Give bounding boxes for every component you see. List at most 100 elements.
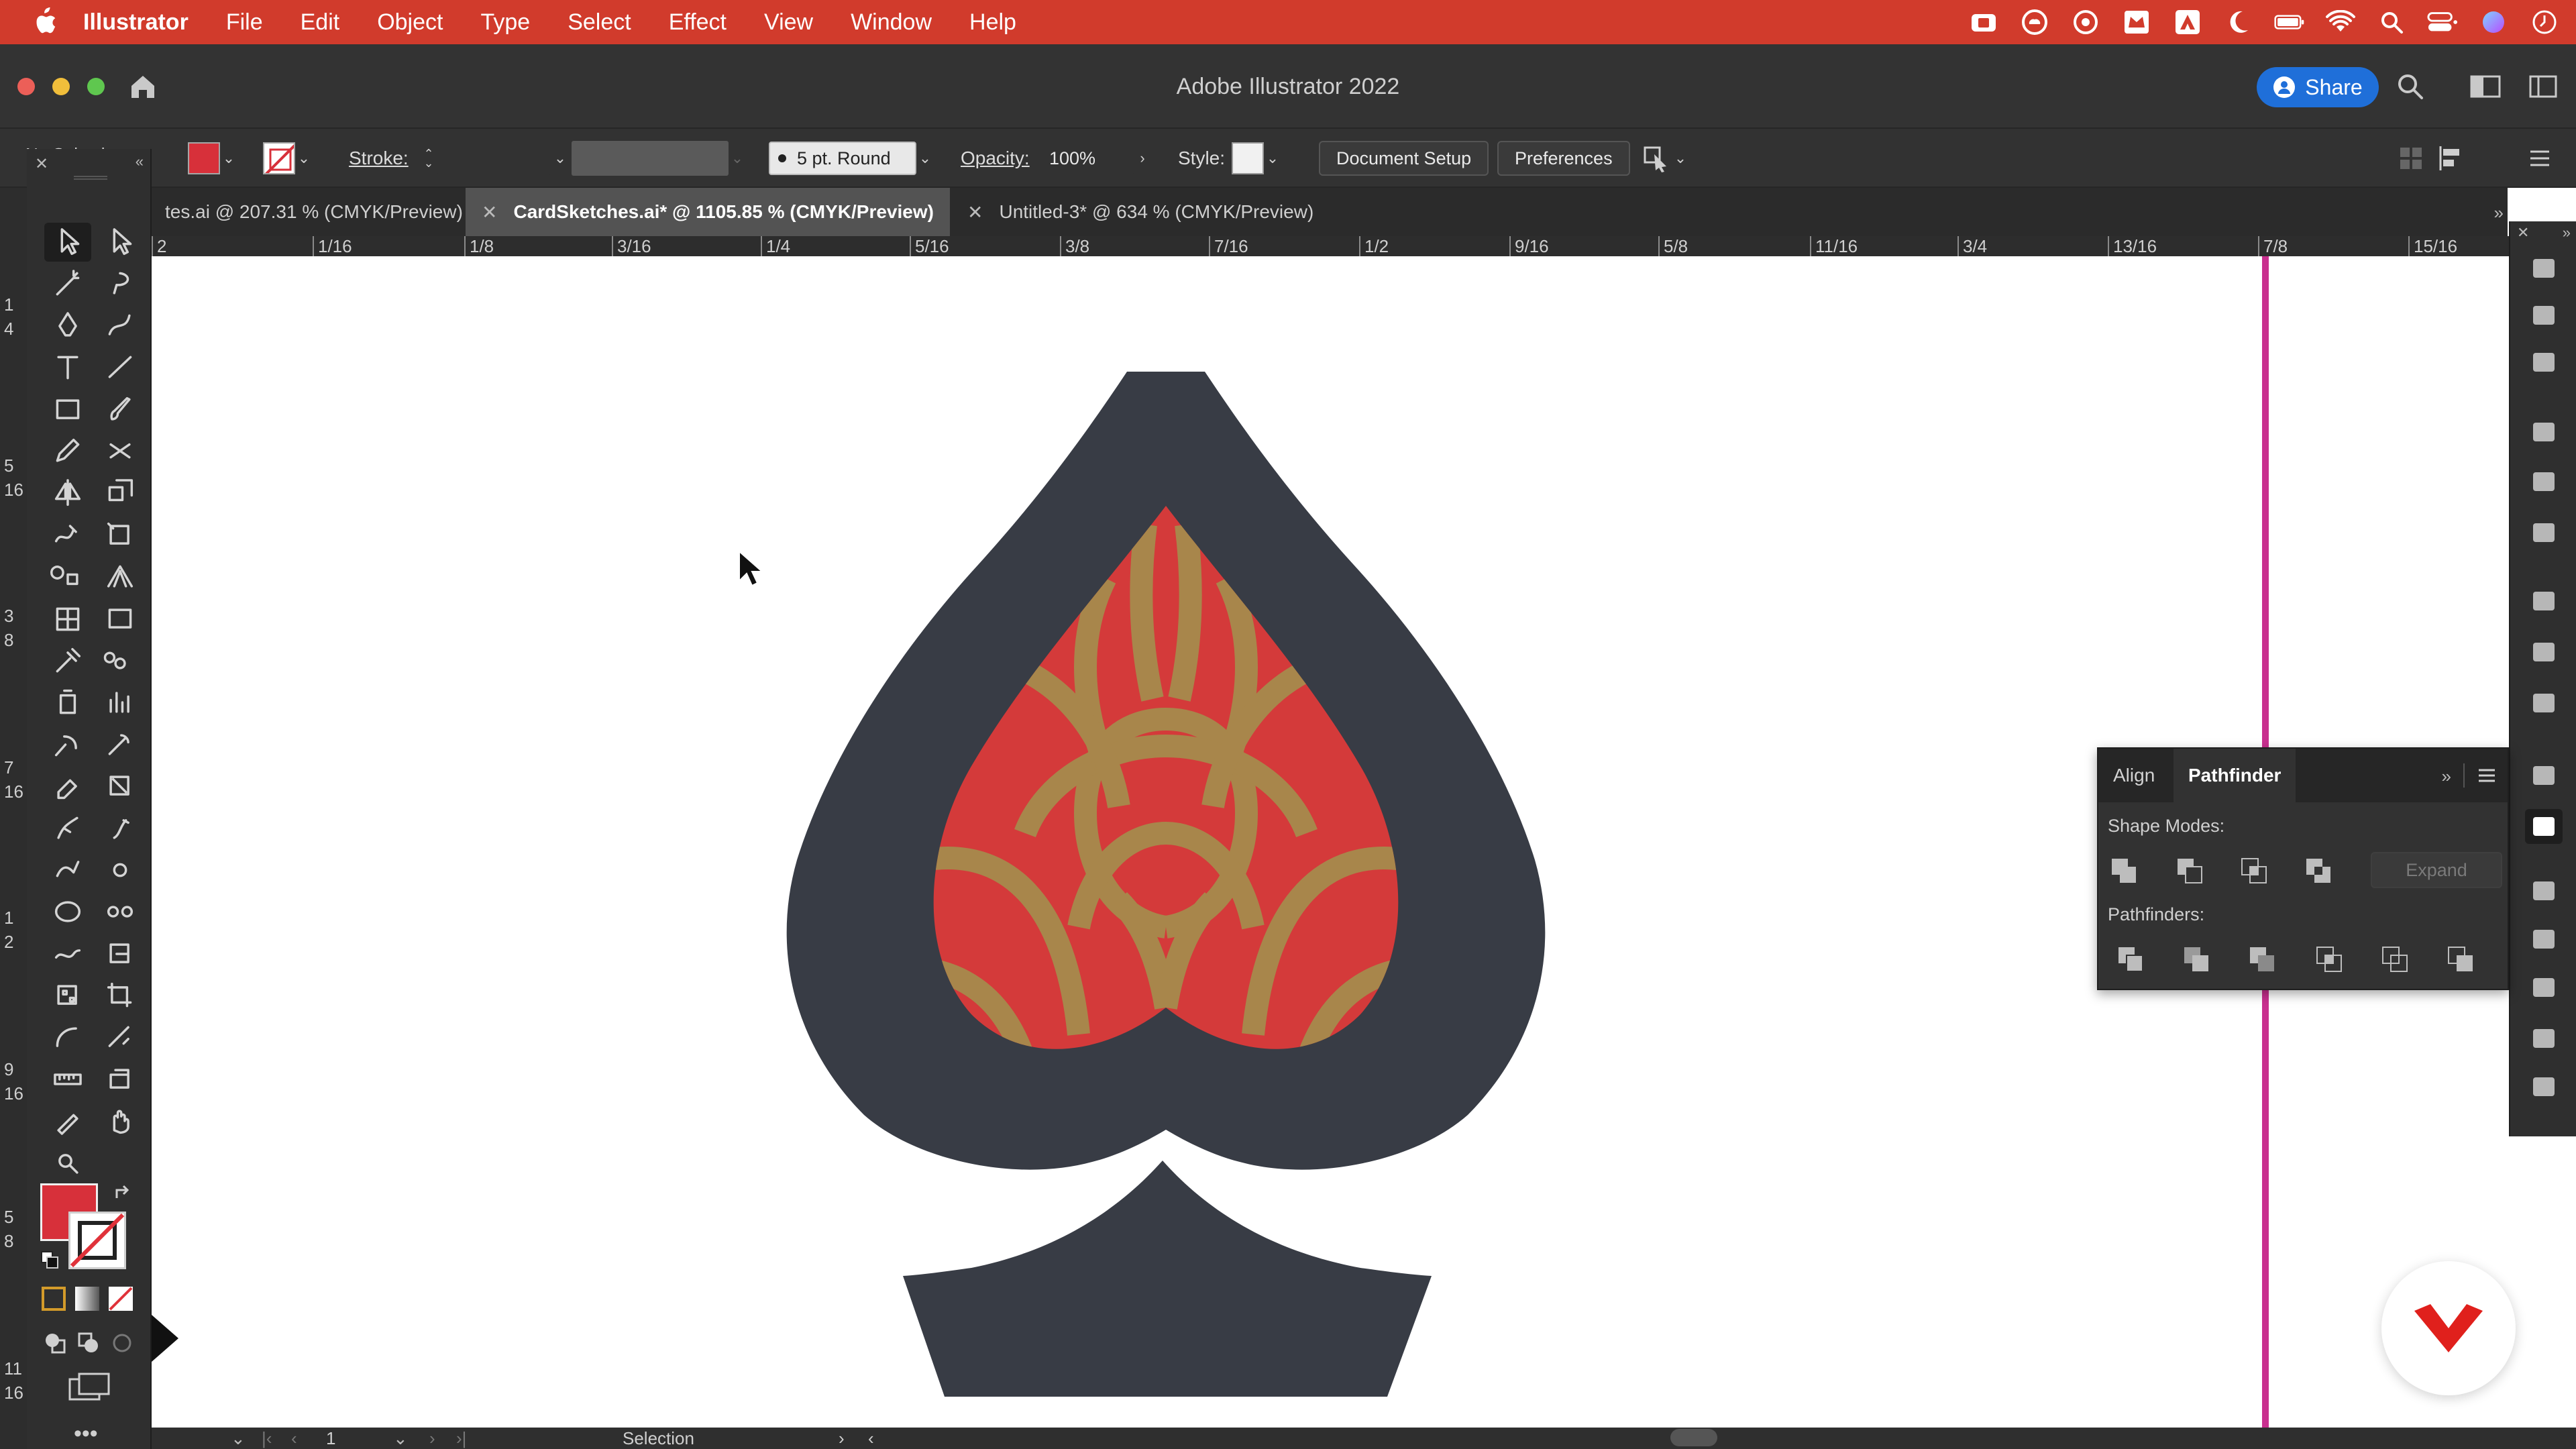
asset-export-icon[interactable] bbox=[2525, 1021, 2563, 1056]
panel-menu-icon[interactable] bbox=[2477, 766, 2497, 785]
direct-selection-tool-icon[interactable] bbox=[97, 223, 144, 262]
chevron-down-icon[interactable]: ⌄ bbox=[916, 142, 934, 174]
libraries-icon[interactable] bbox=[2525, 251, 2563, 286]
symbol-sprayer-tool-icon[interactable] bbox=[44, 683, 91, 722]
scroll-left-icon[interactable]: ‹ bbox=[868, 1428, 874, 1449]
stroke-panel-icon[interactable] bbox=[2525, 584, 2563, 619]
swap-fill-stroke-icon[interactable] bbox=[113, 1183, 133, 1203]
unite-button[interactable] bbox=[2106, 853, 2141, 888]
paragraph-icon[interactable] bbox=[2525, 464, 2563, 499]
chevron-down-icon[interactable]: ⌄ bbox=[551, 142, 569, 174]
character-icon[interactable] bbox=[2525, 415, 2563, 449]
camera-icon[interactable] bbox=[1968, 9, 1999, 36]
panel-menu-icon[interactable] bbox=[2525, 144, 2555, 173]
artboard-dropdown-icon[interactable]: ⌄ bbox=[393, 1428, 408, 1449]
brushes-icon[interactable] bbox=[2525, 635, 2563, 669]
hand-tool-icon[interactable] bbox=[97, 1102, 144, 1140]
blend-tool-icon[interactable] bbox=[97, 641, 144, 680]
none-mode-icon[interactable] bbox=[109, 1287, 133, 1311]
opacity-control[interactable]: 100% › bbox=[1040, 129, 1151, 188]
clock-icon[interactable] bbox=[2529, 9, 2560, 36]
color-themes-icon[interactable] bbox=[2525, 1069, 2563, 1104]
horizontal-scrollbar-thumb[interactable] bbox=[1670, 1429, 1717, 1446]
pencil-tool-icon[interactable] bbox=[44, 432, 91, 471]
graphic-style-swatch[interactable] bbox=[1232, 142, 1264, 174]
chevron-down-icon[interactable]: ⌄ bbox=[220, 142, 237, 174]
puppet-pin-tool-icon[interactable] bbox=[44, 1018, 91, 1057]
panel-grip[interactable] bbox=[74, 176, 107, 180]
transform-panel-icon[interactable] bbox=[2525, 758, 2563, 793]
column-graph-tool-icon[interactable] bbox=[97, 683, 144, 722]
stroke-weight-control[interactable]: ⌃ ⌄ ⌄ bbox=[420, 129, 569, 188]
reflect-tool-icon[interactable] bbox=[44, 474, 91, 513]
close-tab-icon[interactable]: ✕ bbox=[967, 201, 983, 223]
siri-icon[interactable] bbox=[2478, 9, 2509, 36]
measure-tool-icon[interactable] bbox=[97, 1018, 144, 1057]
gradient-panel-icon[interactable] bbox=[2525, 345, 2563, 380]
menu-select[interactable]: Select bbox=[568, 9, 631, 36]
battery-icon[interactable] bbox=[2274, 9, 2305, 36]
collapse-panel-icon[interactable]: » bbox=[2442, 766, 2451, 787]
zoom-window-button[interactable] bbox=[87, 78, 105, 95]
wifi-icon[interactable] bbox=[2325, 9, 2356, 36]
menu-object[interactable]: Object bbox=[377, 9, 443, 36]
arrange-documents-icon[interactable] bbox=[2526, 71, 2560, 102]
next-artboard-icon[interactable]: › bbox=[429, 1428, 435, 1449]
last-artboard-icon[interactable]: ›| bbox=[456, 1428, 466, 1449]
curvature-tool-icon[interactable] bbox=[97, 307, 144, 345]
apple-icon[interactable] bbox=[31, 7, 58, 37]
free-transform-tool-icon[interactable] bbox=[97, 516, 144, 555]
eraser-tool-icon[interactable] bbox=[44, 767, 91, 806]
draw-inside-icon[interactable] bbox=[109, 1330, 136, 1356]
screen-mode-icon[interactable] bbox=[66, 1371, 113, 1405]
first-artboard-icon[interactable]: |‹ bbox=[262, 1428, 272, 1449]
join-tool-icon[interactable] bbox=[97, 851, 144, 890]
default-colors-icon[interactable] bbox=[39, 1249, 60, 1271]
zoom-tool-icon[interactable] bbox=[44, 1144, 91, 1183]
crop-image-tool-icon[interactable] bbox=[97, 976, 144, 1015]
minus-front-button[interactable] bbox=[2172, 853, 2207, 888]
expand-button[interactable]: Expand bbox=[2371, 852, 2502, 888]
chevron-down-icon[interactable]: ⌄ bbox=[729, 142, 746, 174]
opacity-label[interactable]: Opacity: bbox=[961, 129, 1030, 188]
stroke-label[interactable]: Stroke: bbox=[349, 129, 409, 188]
gradient-mode-icon[interactable] bbox=[75, 1287, 99, 1311]
rotate-view-tool-icon[interactable] bbox=[97, 767, 144, 806]
color-guide-icon[interactable] bbox=[2525, 298, 2563, 333]
exclude-button[interactable] bbox=[2301, 853, 2336, 888]
symbols-icon[interactable] bbox=[2525, 686, 2563, 720]
mesh-tool-icon[interactable] bbox=[44, 600, 91, 639]
tab-cardsketches[interactable]: ✕ CardSketches.ai* @ 1105.85 % (CMYK/Pre… bbox=[466, 188, 950, 236]
perspective-grid-tool-icon[interactable] bbox=[97, 557, 144, 596]
stroke-color-control[interactable]: ⌄ bbox=[263, 129, 313, 188]
eyedropper-tool-icon[interactable] bbox=[44, 641, 91, 680]
paintbrush-tool-icon[interactable] bbox=[97, 390, 144, 429]
intersect-button[interactable] bbox=[2237, 853, 2271, 888]
artboard-tool-icon[interactable] bbox=[44, 725, 91, 764]
merge-button[interactable] bbox=[2245, 942, 2279, 977]
adobe-icon[interactable] bbox=[2172, 9, 2203, 36]
menu-window[interactable]: Window bbox=[851, 9, 932, 36]
appearance-icon[interactable] bbox=[2525, 515, 2563, 550]
minus-back-button[interactable] bbox=[2443, 942, 2478, 977]
scale-tool-icon[interactable] bbox=[97, 474, 144, 513]
pen-tool-icon[interactable] bbox=[44, 307, 91, 345]
collapse-panel-icon[interactable]: « bbox=[136, 153, 144, 170]
type-tool-icon[interactable] bbox=[44, 348, 91, 387]
tab-align[interactable]: Align bbox=[2098, 749, 2169, 802]
draw-normal-icon[interactable] bbox=[42, 1330, 68, 1356]
workspace-switcher-icon[interactable] bbox=[2469, 71, 2502, 102]
align-icon[interactable] bbox=[2396, 144, 2426, 173]
moon-icon[interactable] bbox=[2223, 9, 2254, 36]
divide-button[interactable] bbox=[2113, 942, 2148, 977]
draw-behind-icon[interactable] bbox=[75, 1330, 102, 1356]
layers-icon[interactable] bbox=[2525, 873, 2563, 908]
chevron-right-icon[interactable]: › bbox=[1134, 142, 1151, 174]
smooth-tool-icon[interactable] bbox=[44, 934, 91, 973]
search-icon[interactable] bbox=[2394, 71, 2427, 102]
select-similar-icon[interactable] bbox=[1642, 144, 1672, 173]
stroke-weight-field[interactable] bbox=[437, 142, 551, 175]
outline-button[interactable] bbox=[2377, 942, 2412, 977]
control-center-icon[interactable] bbox=[2427, 9, 2458, 36]
share-button[interactable]: Share bbox=[2257, 67, 2379, 107]
